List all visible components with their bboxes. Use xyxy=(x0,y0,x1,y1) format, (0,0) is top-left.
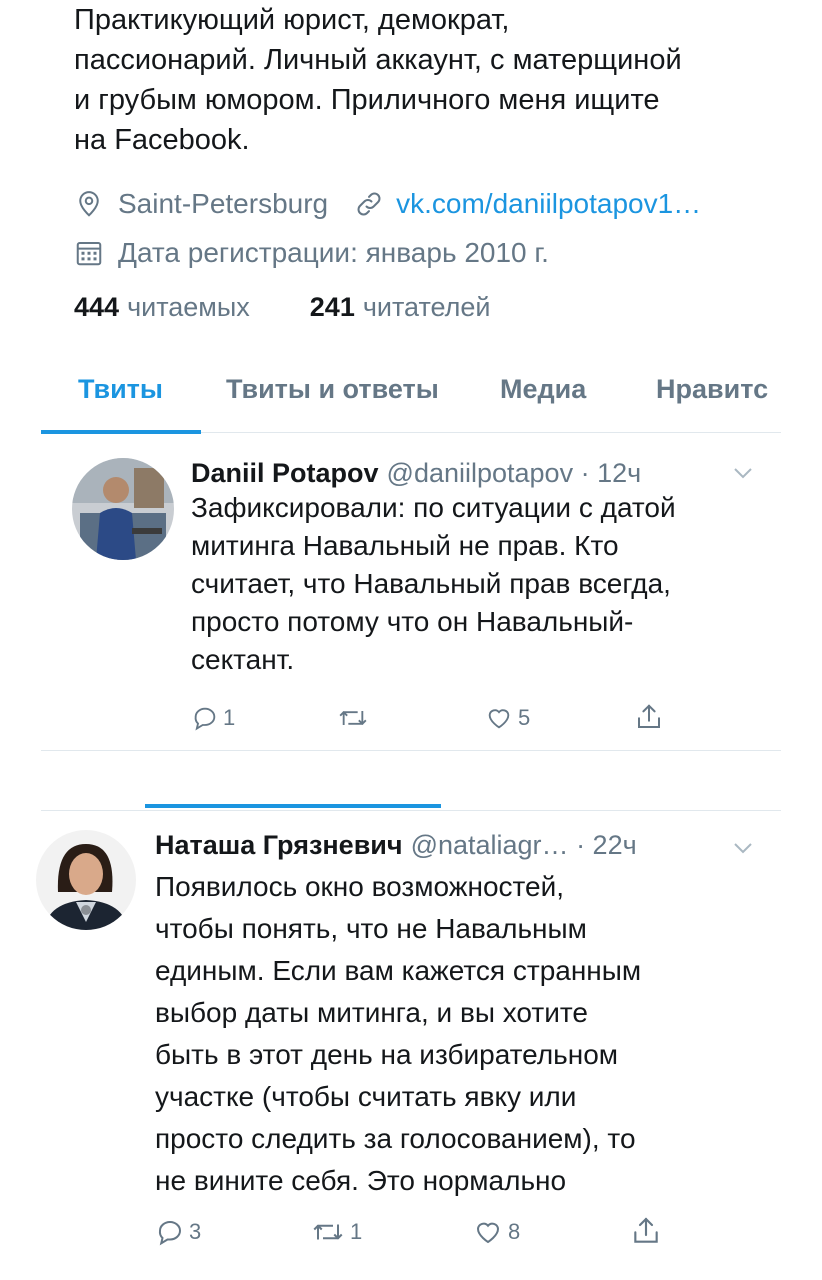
retweet-button[interactable]: 1 xyxy=(310,1217,362,1247)
retweet-count: 1 xyxy=(350,1219,363,1244)
tab-likes[interactable]: Нравитс xyxy=(656,374,768,405)
share-icon xyxy=(638,704,660,728)
like-count: 8 xyxy=(508,1219,521,1244)
reply-icon xyxy=(158,1220,181,1246)
tweet-line: чтобы понять, что не Навальным xyxy=(155,913,587,944)
share-button[interactable] xyxy=(634,702,664,732)
tweet-header: Наташа Грязневич @nataliagr… · 22ч xyxy=(155,830,637,861)
reply-count: 1 xyxy=(223,705,236,730)
like-button[interactable]: 5 xyxy=(484,704,530,732)
tweet-author-name[interactable]: Наташа Грязневич xyxy=(155,830,403,860)
followers-stat[interactable]: 241 читателей xyxy=(310,292,491,323)
following-count: 444 xyxy=(74,292,120,322)
retweet-icon xyxy=(313,1224,343,1240)
tweet-line: считает, что Навальный прав всегда, xyxy=(191,568,671,599)
location-text: Saint-Petersburg xyxy=(118,188,329,219)
tab-tweets[interactable]: Твиты xyxy=(78,374,163,405)
followers-count: 241 xyxy=(309,292,355,322)
tweet-time: · 12ч xyxy=(580,458,642,488)
bio-line: на Facebook. xyxy=(74,124,250,156)
share-button[interactable] xyxy=(630,1215,662,1247)
avatar[interactable] xyxy=(72,458,174,560)
profile-meta-row: Saint-Petersburg vk.com/daniilpotapov1… xyxy=(74,186,701,222)
chevron-down-icon[interactable] xyxy=(733,466,753,480)
tweet-header: Daniil Potapov @daniilpotapov · 12ч xyxy=(191,458,641,489)
following-stat[interactable]: 444 читаемых xyxy=(74,292,250,323)
location-icon xyxy=(79,191,99,217)
calendar-icon xyxy=(76,242,102,266)
divider xyxy=(41,810,781,811)
active-tab-indicator xyxy=(41,430,201,434)
retweet-button[interactable] xyxy=(336,704,374,732)
like-icon xyxy=(488,709,510,729)
chevron-down-icon[interactable] xyxy=(733,841,753,855)
tweet-line: просто следить за голосованием), то xyxy=(155,1123,636,1154)
tweet-author-name[interactable]: Daniil Potapov xyxy=(191,458,379,488)
tweet-line: митинга Навальный не прав. Кто xyxy=(191,530,619,561)
tweet-line: не вините себя. Это нормально xyxy=(155,1165,567,1196)
tweet-line: единым. Если вам кажется странным xyxy=(155,955,642,986)
share-icon xyxy=(634,1217,658,1243)
tweet-time: · 22ч xyxy=(576,830,637,860)
tab-media[interactable]: Медиа xyxy=(500,374,586,405)
like-icon xyxy=(476,1222,500,1244)
tweet-line: Зафиксировали: по ситуации с датой xyxy=(191,492,676,523)
reply-count: 3 xyxy=(189,1219,202,1244)
bio-line: Практикующий юрист, демократ, xyxy=(74,4,510,36)
like-button[interactable]: 8 xyxy=(472,1217,520,1247)
profile-stats: 444 читаемых 241 читателей xyxy=(74,292,491,323)
profile-tabs: Твиты Твиты и ответы Медиа Нравитс xyxy=(41,366,781,434)
avatar[interactable] xyxy=(36,830,136,930)
reply-button[interactable]: 3 xyxy=(155,1217,201,1247)
tweet-line: выбор даты митинга, и вы хотите xyxy=(155,997,588,1028)
following-label: читаемых xyxy=(127,292,250,322)
tweet-author-handle[interactable]: @daniilpotapov xyxy=(387,458,574,488)
tab-tweets-and-replies[interactable]: Твиты и ответы xyxy=(226,374,439,405)
followers-label: читателей xyxy=(362,292,491,322)
reply-button[interactable]: 1 xyxy=(191,704,235,732)
tweet-line: просто потому что он Навальный- xyxy=(191,606,634,637)
tweet-line: сектант. xyxy=(191,644,295,675)
bio-line: и грубым юмором. Приличного меня ищите xyxy=(74,84,660,116)
link-icon xyxy=(357,192,381,216)
divider xyxy=(41,750,781,751)
bio-line: пассионарий. Личный аккаунт, с матерщино… xyxy=(74,44,682,76)
profile-link[interactable]: vk.com/daniilpotapov1… xyxy=(396,188,701,220)
like-count: 5 xyxy=(518,705,531,730)
tweet-line: Появилось окно возможностей, xyxy=(155,871,565,902)
tab-indicator-ghost xyxy=(145,804,441,808)
tweet-author-handle[interactable]: @nataliagr… xyxy=(411,830,569,860)
tweet-line: участке (чтобы считать явку или xyxy=(155,1081,577,1112)
profile-joined-row: Дата регистрации: январь 2010 г. xyxy=(74,235,549,271)
tweet-line: быть в этот день на избирательном xyxy=(155,1039,619,1070)
reply-icon xyxy=(194,707,216,731)
retweet-icon xyxy=(339,711,367,725)
joined-text: Дата регистрации: январь 2010 г. xyxy=(118,237,549,268)
